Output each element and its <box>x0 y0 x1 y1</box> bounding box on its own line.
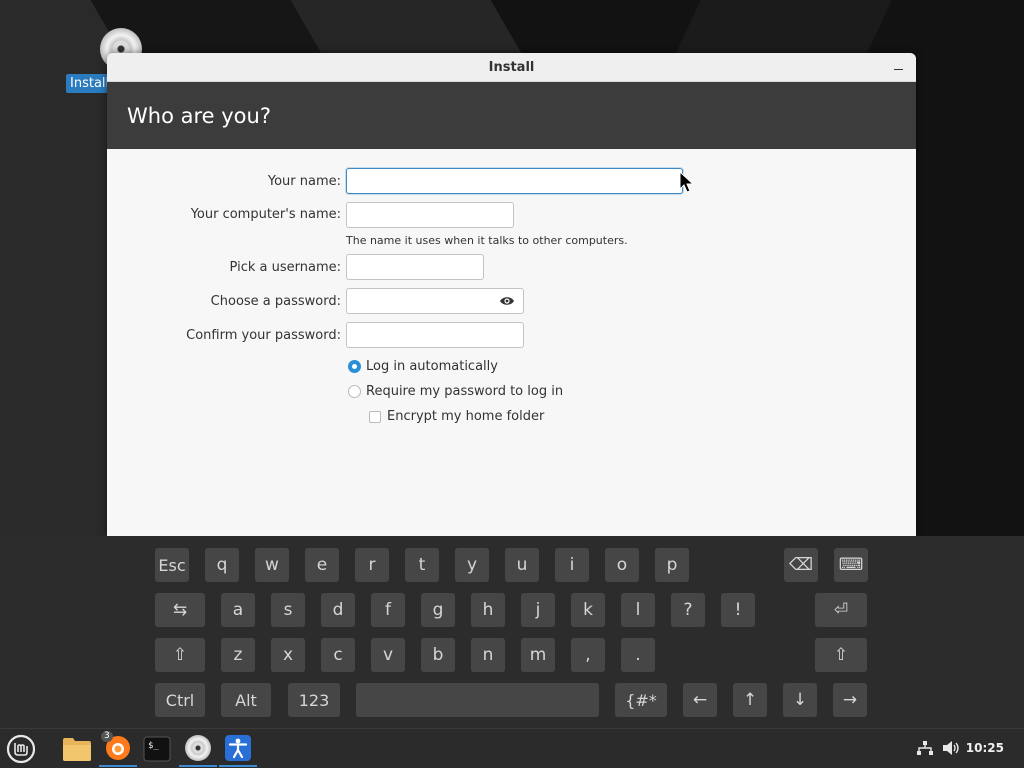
key-y[interactable]: y <box>455 548 489 582</box>
key-tab[interactable]: ⇆ <box>155 593 205 627</box>
key-period[interactable]: . <box>621 638 655 672</box>
key-a[interactable]: a <box>221 593 255 627</box>
key-j[interactable]: j <box>521 593 555 627</box>
key-t[interactable]: t <box>405 548 439 582</box>
desktop-icon-label[interactable]: Install <box>66 74 110 93</box>
key-shift-right[interactable]: ⇧ <box>815 638 867 672</box>
terminal-launcher[interactable]: $_ <box>138 731 176 767</box>
minimize-button[interactable] <box>890 59 906 75</box>
key-c[interactable]: c <box>321 638 355 672</box>
encrypt-home-option[interactable]: Encrypt my home folder <box>369 409 544 424</box>
key-w[interactable]: w <box>255 548 289 582</box>
minimize-icon <box>893 68 903 70</box>
window-titlebar[interactable]: Install <box>107 53 916 82</box>
key-f[interactable]: f <box>371 593 405 627</box>
taskbar: 3 $_ 10:25 <box>0 728 1024 768</box>
key-r[interactable]: r <box>355 548 389 582</box>
key-g[interactable]: g <box>421 593 455 627</box>
terminal-icon: $_ <box>143 736 171 762</box>
key-arrow-down[interactable]: ↓ <box>783 683 817 717</box>
key-s[interactable]: s <box>271 593 305 627</box>
encrypt-home-label: Encrypt my home folder <box>387 409 545 424</box>
accessibility-launcher[interactable] <box>219 731 257 767</box>
key-u[interactable]: u <box>505 548 539 582</box>
login-automatically-option[interactable]: Log in automatically <box>348 359 498 374</box>
key-comma[interactable]: , <box>571 638 605 672</box>
key-numbers[interactable]: 123 <box>288 683 340 717</box>
install-window: Install Who are you? Your name: Your com… <box>107 53 916 536</box>
page-title: Who are you? <box>127 103 271 128</box>
mint-logo-icon <box>6 734 36 764</box>
computer-name-hint: The name it uses when it talks to other … <box>346 234 628 247</box>
clock[interactable]: 10:25 <box>966 729 1004 767</box>
key-enter[interactable]: ⏎ <box>815 593 867 627</box>
login-automatically-label: Log in automatically <box>366 359 498 374</box>
page-header: Who are you? <box>107 82 916 149</box>
computer-name-input[interactable] <box>346 202 514 228</box>
key-symbols[interactable]: {#* <box>615 683 667 717</box>
password-label: Choose a password: <box>210 294 341 309</box>
key-b[interactable]: b <box>421 638 455 672</box>
login-automatically-radio[interactable] <box>348 360 361 373</box>
key-space[interactable] <box>356 683 599 717</box>
key-shift-left[interactable]: ⇧ <box>155 638 205 672</box>
encrypt-home-checkbox[interactable] <box>369 410 381 423</box>
key-arrow-up[interactable]: ↑ <box>733 683 767 717</box>
require-password-label: Require my password to log in <box>366 384 564 399</box>
accessibility-icon <box>225 735 251 761</box>
computer-name-label: Your computer's name: <box>190 207 341 222</box>
files-launcher[interactable] <box>58 731 96 767</box>
network-icon[interactable] <box>916 729 934 767</box>
key-h[interactable]: h <box>471 593 505 627</box>
key-l[interactable]: l <box>621 593 655 627</box>
require-password-option[interactable]: Require my password to log in <box>348 384 563 399</box>
username-label: Pick a username: <box>229 260 341 275</box>
key-esc[interactable]: Esc <box>155 548 189 582</box>
on-screen-keyboard: Esc q w e r t y u i o p ⌫ ⌨ ⇆ a s d f g … <box>0 536 1024 728</box>
window-title: Install <box>488 59 535 75</box>
key-keyboard-layout[interactable]: ⌨ <box>834 548 868 582</box>
key-m[interactable]: m <box>521 638 555 672</box>
confirm-password-input[interactable] <box>346 322 524 348</box>
key-d[interactable]: d <box>321 593 355 627</box>
key-exclamation[interactable]: ! <box>721 593 755 627</box>
require-password-radio[interactable] <box>348 385 361 398</box>
key-q[interactable]: q <box>205 548 239 582</box>
key-e[interactable]: e <box>305 548 339 582</box>
disc-icon <box>185 735 211 761</box>
mouse-pointer-icon <box>679 171 695 193</box>
name-input[interactable] <box>346 168 683 194</box>
key-k[interactable]: k <box>571 593 605 627</box>
key-n[interactable]: n <box>471 638 505 672</box>
key-p[interactable]: p <box>655 548 689 582</box>
firefox-launcher[interactable]: 3 <box>99 731 137 767</box>
key-alt[interactable]: Alt <box>221 683 271 717</box>
key-o[interactable]: o <box>605 548 639 582</box>
menu-button[interactable] <box>2 731 40 767</box>
key-z[interactable]: z <box>221 638 255 672</box>
key-backspace[interactable]: ⌫ <box>784 548 818 582</box>
key-arrow-right[interactable]: → <box>833 683 867 717</box>
svg-text:$_: $_ <box>148 741 159 751</box>
username-input[interactable] <box>346 254 484 280</box>
key-i[interactable]: i <box>555 548 589 582</box>
key-question[interactable]: ? <box>671 593 705 627</box>
show-password-icon[interactable] <box>498 294 516 308</box>
confirm-password-label: Confirm your password: <box>186 328 341 343</box>
volume-icon[interactable] <box>942 729 960 767</box>
key-arrow-left[interactable]: ← <box>683 683 717 717</box>
name-label: Your name: <box>267 174 341 189</box>
installer-launcher[interactable] <box>179 731 217 767</box>
key-ctrl[interactable]: Ctrl <box>155 683 205 717</box>
key-x[interactable]: x <box>271 638 305 672</box>
key-v[interactable]: v <box>371 638 405 672</box>
folder-icon <box>63 738 91 761</box>
window-count-badge: 3 <box>101 731 113 742</box>
